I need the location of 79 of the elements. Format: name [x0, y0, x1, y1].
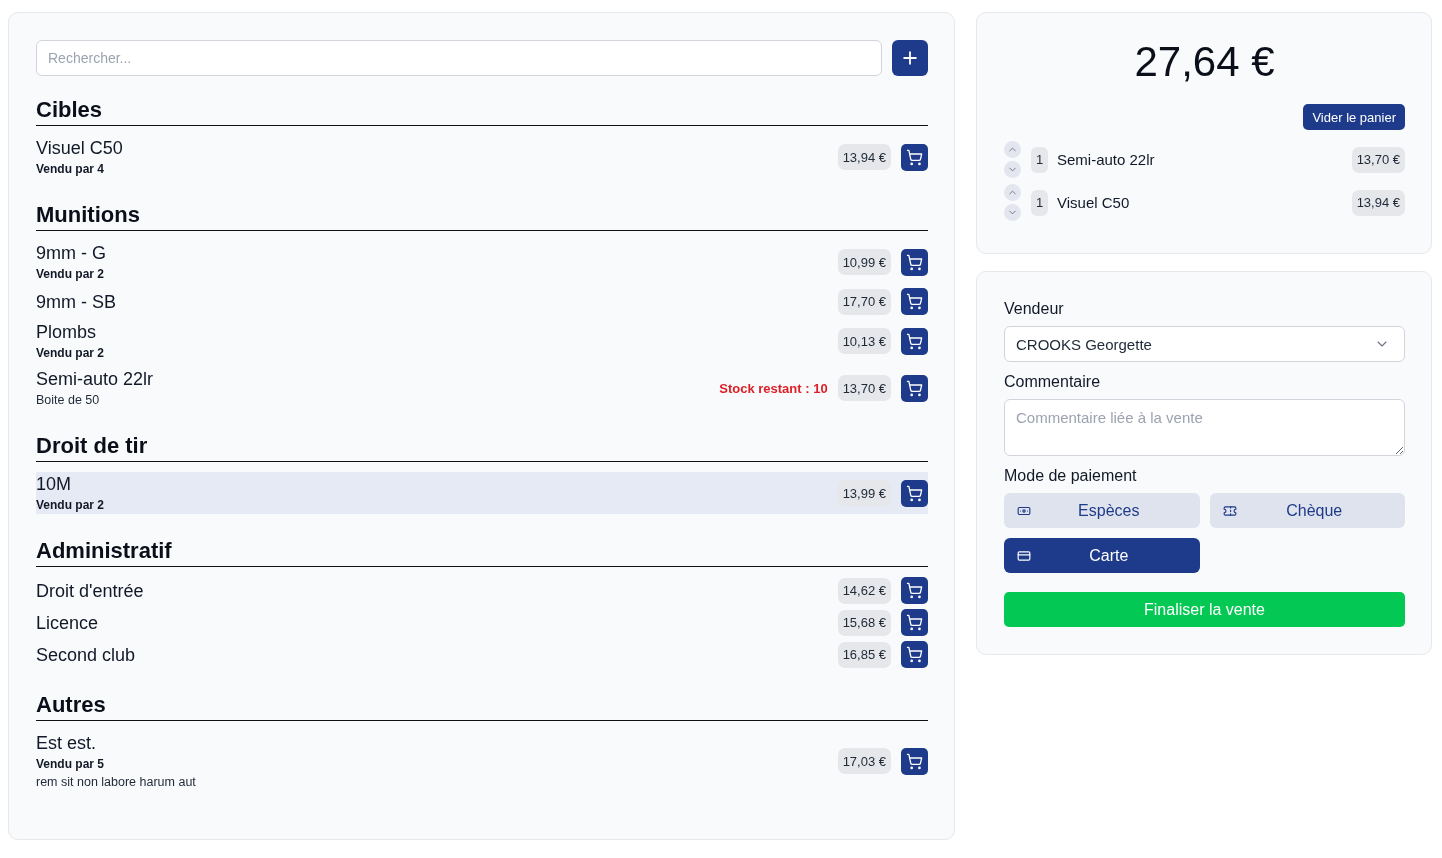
cart-item-name: Visuel C50 — [1057, 194, 1131, 211]
cart-icon — [906, 148, 923, 166]
field-label: Vendeur — [1004, 299, 1065, 319]
category-heading: Cibles — [36, 96, 928, 126]
add-to-cart-button[interactable] — [901, 143, 928, 171]
credit-card-icon — [1017, 548, 1031, 563]
payment-method-button[interactable]: Espèces — [1004, 493, 1200, 528]
cart-icon — [906, 752, 923, 770]
add-to-cart-button[interactable] — [901, 327, 928, 355]
product-name: Second club — [36, 643, 136, 667]
price-tag: 16,85 € — [837, 641, 891, 668]
product-description: rem sit non labore harum aut — [36, 774, 196, 791]
add-to-cart-button[interactable] — [901, 374, 928, 402]
quantity-badge: 1 — [1031, 189, 1048, 216]
field-label: Mode de paiement — [1004, 466, 1138, 486]
add-to-cart-button[interactable] — [901, 479, 928, 507]
cart-icon — [906, 379, 923, 397]
price-tag: 13,70 € — [1351, 146, 1405, 173]
field-label: Commentaire — [1004, 372, 1102, 392]
category-heading: Munitions — [36, 201, 928, 231]
product-name: Plombs — [36, 321, 98, 344]
ticket-icon — [1222, 503, 1237, 518]
cart-icon — [906, 332, 923, 350]
add-to-cart-button[interactable] — [901, 288, 928, 315]
product-name: Semi-auto 22lr — [36, 368, 154, 391]
category-heading: Administratif — [36, 537, 928, 567]
price-tag: 10,13 € — [837, 328, 891, 354]
price-tag: 17,70 € — [837, 288, 891, 315]
cart-icon — [906, 293, 923, 310]
sold-count: Vendu par 2 — [36, 266, 106, 283]
product-name: Licence — [36, 611, 99, 635]
stock-warning: Stock restant : 10 — [719, 380, 828, 396]
price-tag: 14,62 € — [837, 577, 891, 604]
product-name: Droit d'entrée — [36, 579, 144, 603]
payment-method-button[interactable]: Chèque — [1209, 493, 1405, 528]
category-heading: Droit de tir — [36, 432, 928, 462]
cart-icon — [906, 582, 923, 599]
product-name: Visuel C50 — [36, 137, 123, 160]
sold-count: Vendu par 2 — [36, 345, 105, 362]
product-name: Est est. — [36, 732, 98, 755]
comment-field[interactable]: Commentaire liée à la vente — [1004, 399, 1405, 456]
clear-cart-button[interactable]: Vider le panier — [1303, 104, 1405, 130]
add-to-cart-button[interactable] — [901, 609, 928, 636]
product-name: 9mm - G — [36, 242, 106, 265]
seller-select[interactable]: CROOKS Georgette — [1004, 326, 1405, 362]
product-row[interactable]: Second club 16,85 € — [36, 641, 928, 668]
cart-icon — [906, 646, 923, 663]
sold-count: Vendu par 5 — [36, 756, 106, 773]
price-tag: 10,99 € — [837, 249, 891, 275]
price-tag: 13,94 € — [1351, 189, 1405, 216]
product-description: Boite de 50 — [36, 392, 101, 409]
add-to-cart-button[interactable] — [901, 747, 928, 775]
plus-icon — [900, 48, 920, 68]
add-to-cart-button[interactable] — [901, 577, 928, 604]
product-row[interactable]: Droit d'entrée 14,62 € — [36, 577, 928, 604]
cart-icon — [906, 614, 923, 631]
cart-total: 27,64 € — [1133, 37, 1276, 87]
category-heading: Autres — [36, 691, 928, 721]
product-row[interactable]: 9mm - SB 17,70 € — [36, 288, 928, 315]
quantity-badge: 1 — [1031, 146, 1048, 173]
cart-icon — [906, 253, 923, 271]
sold-count: Vendu par 4 — [36, 161, 106, 178]
price-tag: 13,94 € — [837, 144, 891, 170]
product-row[interactable]: Licence 15,68 € — [36, 609, 928, 636]
product-name: 9mm - SB — [36, 290, 116, 314]
product-name: 10M — [36, 473, 72, 496]
price-tag: 17,03 € — [837, 748, 891, 774]
product-row[interactable]: 10M Vendu par 2 13,99 € — [36, 472, 928, 514]
add-to-cart-button[interactable] — [901, 641, 928, 668]
search-field[interactable]: Rechercher... — [36, 40, 882, 76]
cart-item-name: Semi-auto 22lr — [1057, 151, 1156, 168]
cart-icon — [906, 484, 923, 502]
price-tag: 13,99 € — [837, 480, 891, 506]
add-button[interactable] — [892, 40, 928, 76]
payment-method-button[interactable]: Carte — [1004, 538, 1200, 573]
price-tag: 13,70 € — [837, 375, 891, 401]
add-to-cart-button[interactable] — [901, 248, 928, 276]
sold-count: Vendu par 2 — [36, 497, 105, 514]
price-tag: 15,68 € — [837, 609, 891, 636]
